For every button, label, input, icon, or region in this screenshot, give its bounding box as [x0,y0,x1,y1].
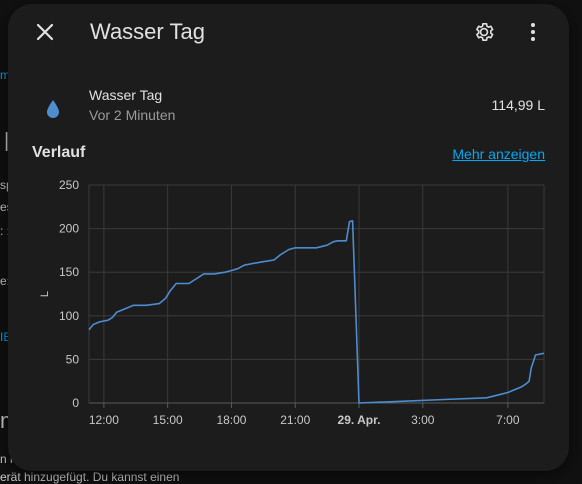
more-info-dialog: Wasser Tag Wasser Tag Vor 2 Minuten 114,… [8,4,569,471]
chart-series [88,220,545,404]
y-axis: 0 50 100 150 200 250 [59,178,79,410]
y-tick-label: 0 [72,396,79,410]
series-line [88,220,545,404]
y-axis-label: L [39,291,51,297]
y-tick-label: 250 [59,178,79,192]
x-tick-label: 3:00 [411,413,435,427]
x-tick-label: 15:00 [153,413,183,427]
x-tick-label: 7:00 [496,413,520,427]
x-tick-label: 29. Apr. [338,413,381,427]
y-tick-label: 50 [66,352,80,366]
x-tick-label: 21:00 [280,413,310,427]
y-tick-label: 100 [59,309,79,323]
y-tick-label: 200 [59,222,79,236]
x-axis: 12:00 15:00 18:00 21:00 29. Apr. 3:00 7:00 [89,413,520,427]
x-tick-label: 18:00 [216,413,246,427]
x-tick-label: 12:00 [89,413,119,427]
chart-grid [88,184,545,408]
y-tick-label: 150 [59,265,79,279]
background-text: erät hinzugefügt. Du kannst einen [0,470,180,484]
history-chart: 0 50 100 150 200 250 12:00 15:00 18:00 21:00 29. … [39,178,545,427]
